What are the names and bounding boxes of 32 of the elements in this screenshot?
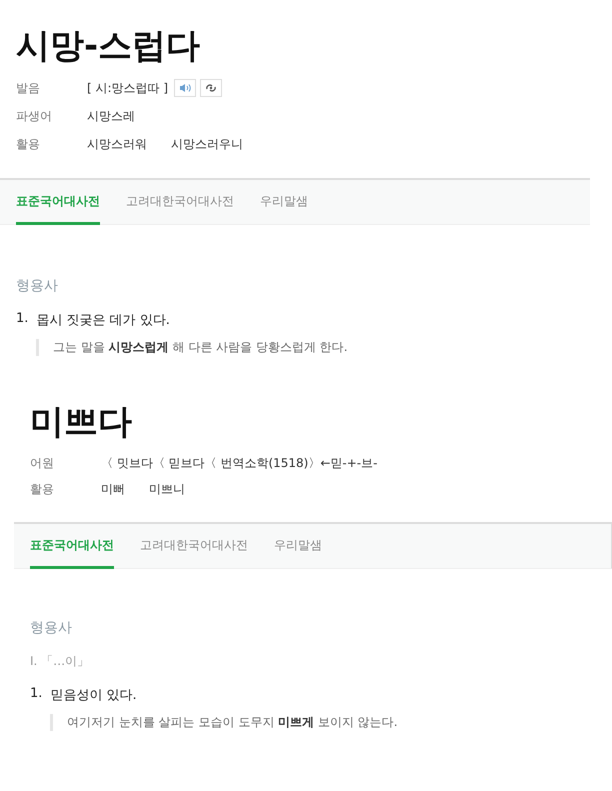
- example-sentence: 그는 말을 시망스럽게 해 다른 사람을 당황스럽게 한다.: [36, 339, 590, 356]
- sense-number: 1.: [16, 311, 28, 328]
- swirl-icon: [205, 83, 218, 93]
- info-label: 활용: [16, 136, 41, 152]
- sense-group-heading: Ⅰ. 「…이」: [30, 653, 90, 670]
- info-value: 〈 밋브다〈 믿브다〈 번역소학(1518)〉←믿-+-브-: [101, 454, 378, 472]
- dictionary-tab[interactable]: 표준국어대사전: [16, 180, 100, 225]
- part-of-speech: 형용사: [16, 277, 59, 295]
- part-of-speech: 형용사: [30, 619, 73, 637]
- info-value: 미쁘니: [149, 480, 185, 498]
- info-value: 미뻐: [101, 480, 125, 498]
- definition: 믿음성이 있다.: [50, 687, 137, 704]
- info-label: 활용: [30, 480, 55, 498]
- sense-number: 1.: [30, 686, 42, 703]
- info-label: 어원: [30, 454, 55, 472]
- info-label: 발음: [16, 80, 41, 96]
- dictionary-tab[interactable]: 고려대한국어대사전: [140, 524, 248, 569]
- audio-button[interactable]: [200, 79, 222, 97]
- dictionary-tab[interactable]: 고려대한국어대사전: [126, 180, 234, 225]
- dictionary-tab[interactable]: 표준국어대사전: [30, 524, 114, 569]
- info-value: 시망스러워: [87, 136, 147, 152]
- definition: 몹시 짓궂은 데가 있다.: [36, 312, 170, 329]
- dictionary-tab[interactable]: 우리말샘: [274, 524, 322, 569]
- dictionary-tab[interactable]: 우리말샘: [260, 180, 308, 225]
- headword: 미쁘다: [30, 401, 133, 444]
- example-sentence: 여기저기 눈치를 살피는 모습이 도무지 미쁘게 보이지 않는다.: [50, 714, 612, 731]
- headword: 시망-스럽다: [16, 25, 202, 68]
- speaker-icon: [179, 83, 192, 93]
- info-value: 시망스러우니: [171, 136, 243, 152]
- info-label: 파생어: [16, 108, 53, 124]
- info-value: 시망스레: [87, 108, 135, 124]
- info-value: [ 시:망스럽따 ]: [87, 80, 168, 96]
